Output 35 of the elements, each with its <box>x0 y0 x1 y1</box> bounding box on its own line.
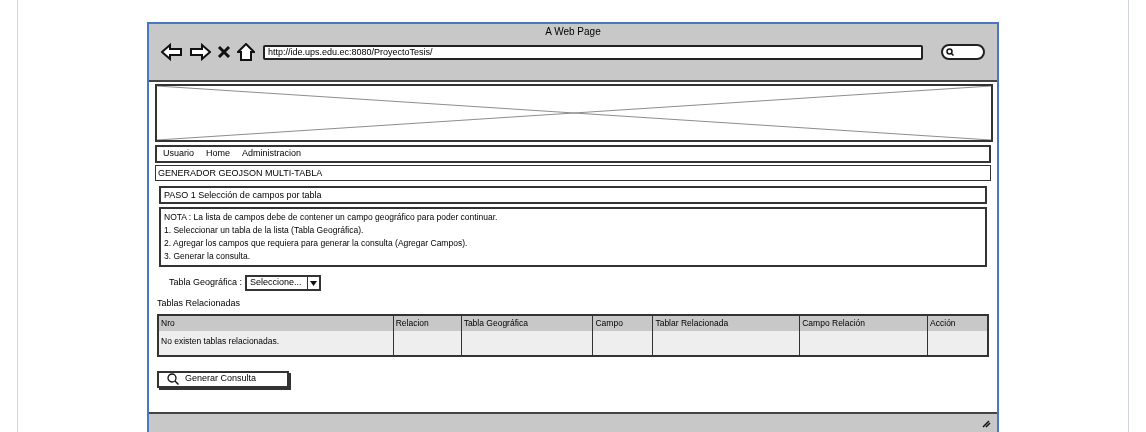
table-cell <box>593 330 653 355</box>
column-header: Acción <box>928 315 987 331</box>
menu-item[interactable]: Home <box>206 147 231 161</box>
home-icon[interactable] <box>237 43 255 61</box>
section-title: Tablas Relacionadas <box>156 297 242 310</box>
close-icon[interactable] <box>217 45 231 59</box>
page-title: GENERADOR GEOJSON MULTI-TABLA <box>155 165 991 181</box>
window-title: A Web Page <box>545 27 601 37</box>
search-field[interactable] <box>941 44 985 60</box>
menu-item[interactable]: Usuario <box>163 147 194 161</box>
table-dropdown[interactable]: Seleccione... <box>245 275 322 291</box>
note-line: 1. Seleccionar un tabla de la lista (Tabla Geográfica). <box>164 224 365 237</box>
generate-button[interactable]: Generar Consulta <box>157 370 289 388</box>
column-header: Relacion <box>393 315 461 331</box>
step-title: PASO 1 Selección de campos por tabla <box>159 186 987 204</box>
column-header: Tabla Geográfica <box>461 315 593 331</box>
back-icon[interactable] <box>161 43 183 61</box>
caret-icon <box>310 280 318 286</box>
column-header: Tablar Relacionada <box>653 315 800 331</box>
search-icon <box>167 373 179 385</box>
menu-item[interactable]: Administracion <box>242 147 302 161</box>
note-line: 2. Agregar los campos que requiera para generar la consulta (Agregar Campos). <box>164 237 469 250</box>
search-icon <box>946 48 954 56</box>
resize-grip-icon[interactable] <box>981 418 991 428</box>
note-line: NOTA : La lista de campos debe de contener un campo geográfico para poder continuar. <box>164 211 499 224</box>
table-cell <box>393 330 461 355</box>
column-header: Campo Relación <box>800 315 928 331</box>
forward-icon[interactable] <box>189 43 211 61</box>
column-header: Nro <box>159 315 393 331</box>
column-header: Campo <box>593 315 653 331</box>
address-field[interactable]: http://ide.ups.edu.ec:8080/ProyectoTesis/ <box>263 44 923 60</box>
table-cell <box>928 330 987 355</box>
table-cell: No existen tablas relacionadas. <box>159 330 393 355</box>
note-line: 3. Generar la consulta. <box>164 250 251 263</box>
field-label: Tabla Geográfica : <box>169 276 243 290</box>
